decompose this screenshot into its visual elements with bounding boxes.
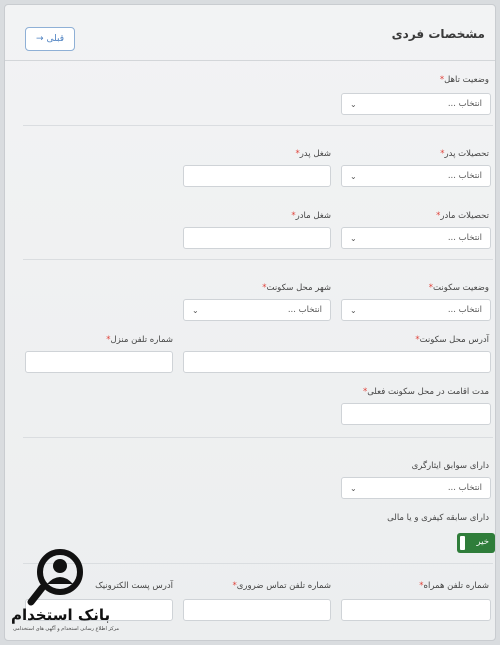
residence-city-select[interactable]: انتخاب ... ⌄: [183, 299, 331, 321]
chevron-down-icon: ⌄: [350, 305, 357, 315]
mother-education-select[interactable]: انتخاب ... ⌄: [341, 227, 491, 249]
mobile-input[interactable]: [341, 599, 491, 621]
chevron-down-icon: ⌄: [192, 305, 199, 315]
home-phone-label: شماره تلفن منزل*: [106, 335, 173, 345]
page-title: مشخصات فردی: [391, 27, 485, 41]
mobile-label: شماره تلفن همراه*: [419, 581, 489, 591]
divider: [23, 125, 493, 126]
watermark-logo: بانک استخدام مرکز اطلاع رسانی استخدام و …: [5, 548, 119, 638]
residence-status-select[interactable]: انتخاب ... ⌄: [341, 299, 491, 321]
criminal-record-toggle[interactable]: خیر: [457, 533, 495, 553]
chevron-down-icon: ⌄: [350, 171, 357, 181]
sacrifice-record-select[interactable]: انتخاب ... ⌄: [341, 477, 491, 499]
toggle-knob: [460, 536, 465, 550]
toggle-label: خیر: [476, 537, 489, 547]
father-education-label: تحصیلات پدر*: [440, 149, 489, 159]
select-placeholder: انتخاب ...: [447, 99, 482, 109]
emergency-phone-input[interactable]: [183, 599, 331, 621]
residence-status-label: وضعیت سکونت*: [428, 283, 489, 293]
divider: [23, 437, 493, 438]
marital-status-label: وضعیت تاهل*: [439, 75, 489, 85]
address-label: آدرس محل سکونت*: [415, 335, 489, 345]
chevron-down-icon: ⌄: [350, 99, 357, 109]
residence-duration-input[interactable]: [341, 403, 491, 425]
mother-job-input[interactable]: [183, 227, 331, 249]
marital-status-select[interactable]: انتخاب ... ⌄: [341, 93, 491, 115]
address-input[interactable]: [183, 351, 491, 373]
residence-city-label: شهر محل سکونت*: [262, 283, 331, 293]
criminal-record-label: دارای سابقه کیفری و یا مالی: [387, 513, 489, 523]
emergency-phone-label: شماره تلفن تماس ضروری*: [232, 581, 331, 591]
watermark-subtext: مرکز اطلاع رسانی استخدام و آگهی های استخ…: [13, 626, 120, 632]
select-placeholder: انتخاب ...: [447, 233, 482, 243]
chevron-down-icon: ⌄: [350, 483, 357, 493]
mother-education-label: تحصیلات مادر*: [436, 211, 489, 221]
personal-info-card: مشخصات فردی قبلی → وضعیت تاهل* انتخاب ..…: [4, 4, 496, 641]
back-button[interactable]: قبلی →: [25, 27, 75, 51]
mother-job-label: شغل مادر*: [291, 211, 331, 221]
chevron-down-icon: ⌄: [350, 233, 357, 243]
select-placeholder: انتخاب ...: [287, 305, 322, 315]
residence-duration-label: مدت اقامت در محل سکونت فعلی*: [362, 387, 489, 397]
father-job-input[interactable]: [183, 165, 331, 187]
user-search-icon: [27, 549, 83, 606]
select-placeholder: انتخاب ...: [447, 305, 482, 315]
watermark-text: بانک استخدام: [11, 606, 111, 624]
back-label: قبلی: [46, 34, 65, 44]
home-phone-input[interactable]: [25, 351, 173, 373]
father-job-label: شغل پدر*: [295, 149, 331, 159]
select-placeholder: انتخاب ...: [447, 171, 482, 181]
select-placeholder: انتخاب ...: [447, 483, 482, 493]
divider: [23, 259, 493, 260]
arrow-right-icon: →: [35, 34, 44, 44]
father-education-select[interactable]: انتخاب ... ⌄: [341, 165, 491, 187]
sacrifice-record-label: دارای سوابق ایثارگری: [411, 461, 489, 471]
card-header: مشخصات فردی قبلی →: [5, 5, 495, 61]
